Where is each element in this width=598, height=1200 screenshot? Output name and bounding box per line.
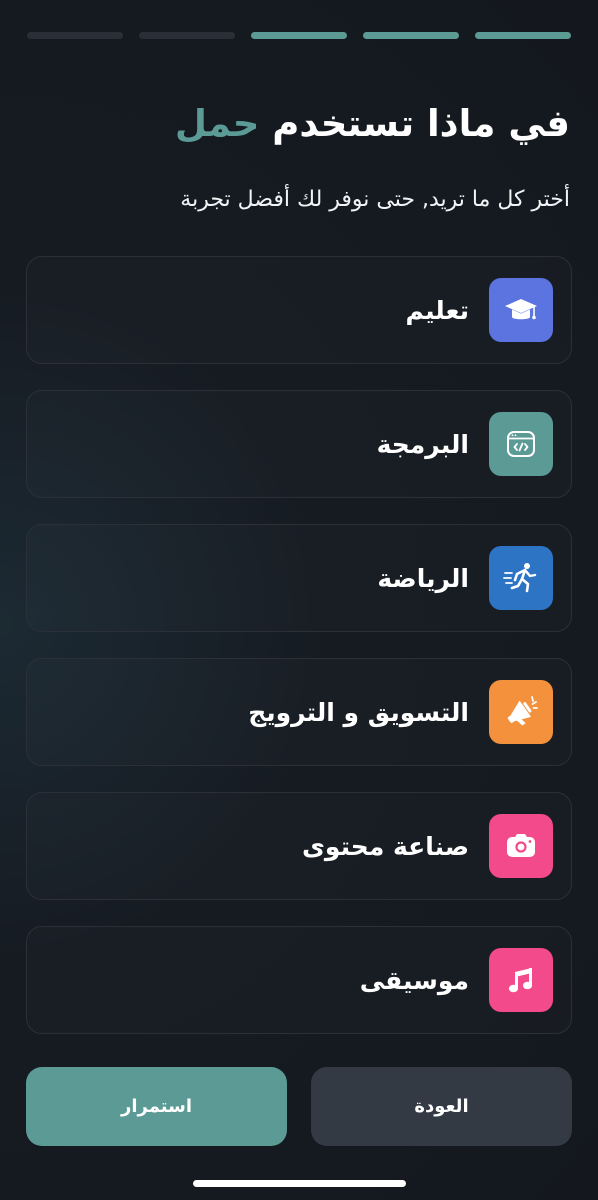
option-label: البرمجة <box>376 429 469 459</box>
progress-step-4 <box>139 32 235 39</box>
megaphone-icon <box>507 696 538 726</box>
option-education[interactable]: تعليم <box>26 256 572 364</box>
option-label: التسويق و الترويج <box>248 697 469 727</box>
progress-step-1 <box>475 32 571 39</box>
option-label: الرياضة <box>377 563 469 593</box>
page-title-text: في ماذا تستخدم <box>259 102 570 145</box>
progress-indicator <box>27 32 571 40</box>
camera-icon <box>507 834 535 857</box>
option-icon-box <box>489 814 553 878</box>
option-label: موسيقى <box>359 965 469 995</box>
option-programming[interactable]: البرمجة <box>26 390 572 498</box>
home-indicator[interactable] <box>193 1180 406 1187</box>
option-music[interactable]: موسيقى <box>26 926 572 1034</box>
page-title-brand: حمل <box>174 102 260 145</box>
option-content-creation[interactable]: صناعة محتوى <box>26 792 572 900</box>
option-label: تعليم <box>405 295 469 325</box>
option-marketing[interactable]: التسويق و الترويج <box>26 658 572 766</box>
page-title: في ماذا تستخدم حمل <box>30 96 570 152</box>
option-icon-box <box>489 948 553 1012</box>
option-icon-box <box>489 546 553 610</box>
option-sports[interactable]: الرياضة <box>26 524 572 632</box>
option-icon-box <box>489 278 553 342</box>
running-person-icon <box>503 563 537 593</box>
option-icon-box <box>489 412 553 476</box>
progress-step-3 <box>251 32 347 39</box>
code-window-icon <box>507 431 535 457</box>
page-subtitle: أختر كل ما تريد, حتى نوفر لك أفضل تجربة <box>180 187 570 212</box>
option-icon-box <box>489 680 553 744</box>
progress-step-2 <box>363 32 459 39</box>
option-label: صناعة محتوى <box>302 831 469 861</box>
footer-buttons: العودة استمرار <box>26 1067 572 1146</box>
options-list: تعليم البرمجة الرياضة التسويق و الترويج … <box>26 256 572 1034</box>
continue-button[interactable]: استمرار <box>26 1067 287 1146</box>
progress-step-5 <box>27 32 123 39</box>
back-button[interactable]: العودة <box>311 1067 572 1146</box>
music-note-icon <box>508 968 533 993</box>
graduation-cap-icon <box>505 299 537 320</box>
